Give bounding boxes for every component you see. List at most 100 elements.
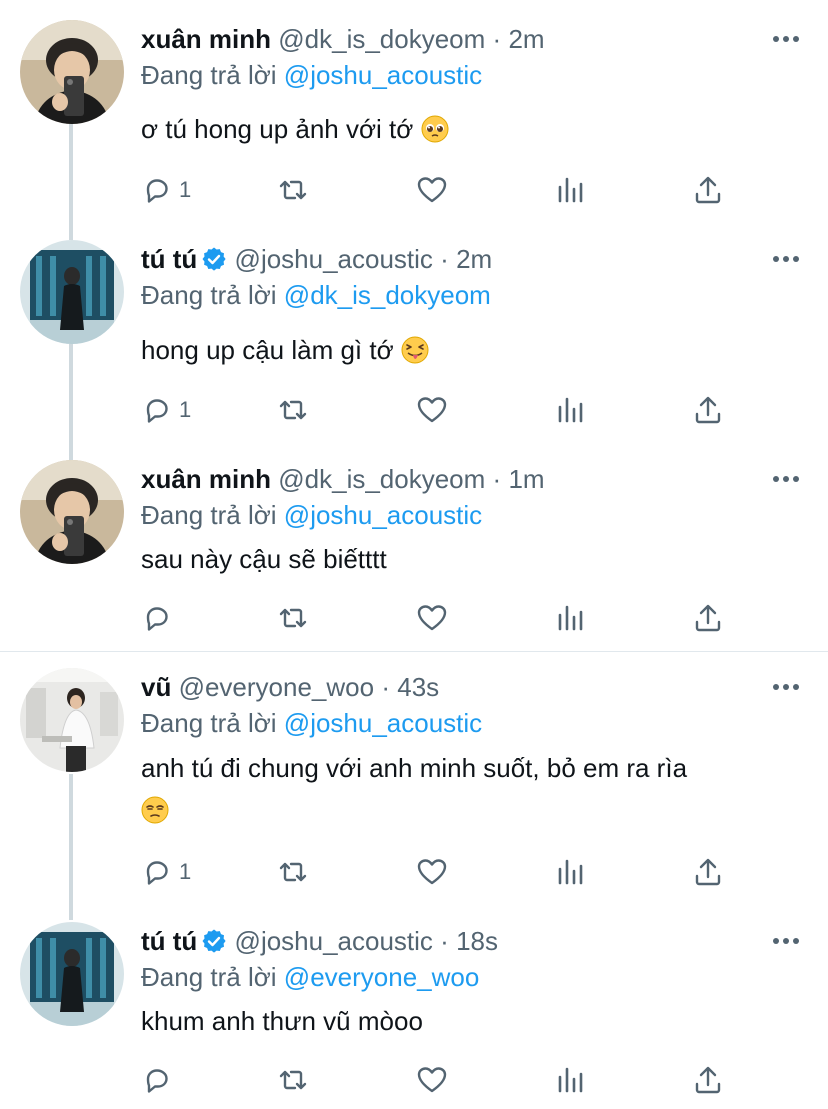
reply-button[interactable]: 1 xyxy=(141,170,191,210)
replying-prefix: Đang trả lời xyxy=(141,962,277,992)
heart-icon xyxy=(417,397,447,423)
user-handle[interactable]: @everyone_woo xyxy=(179,672,375,702)
mention-link[interactable]: @joshu_acoustic xyxy=(284,60,482,90)
display-name[interactable]: xuân minh xyxy=(141,24,271,54)
heart-icon xyxy=(417,177,447,203)
reply-icon xyxy=(146,607,168,631)
more-icon[interactable] xyxy=(772,254,800,264)
unamused-face-emoji-icon xyxy=(141,796,169,824)
share-icon xyxy=(695,1066,721,1094)
analytics-icon xyxy=(558,859,583,885)
share-icon xyxy=(695,396,721,424)
tweet-actions: 1 xyxy=(141,390,741,430)
tweet[interactable]: xuân minh @dk_is_dokyeom · 1m Đang trả l… xyxy=(0,460,828,650)
share-button[interactable] xyxy=(692,170,724,210)
tweet-actions xyxy=(141,1060,741,1100)
replying-to: Đang trả lời @dk_is_dokyeom xyxy=(141,278,491,312)
retweet-button[interactable] xyxy=(277,1060,309,1100)
tweet[interactable]: tú tú @joshu_acoustic · 2m Đang trả lời … xyxy=(0,240,828,440)
separator-dot: · xyxy=(492,464,502,494)
share-button[interactable] xyxy=(692,390,724,430)
retweet-icon xyxy=(279,180,307,200)
more-icon[interactable] xyxy=(772,682,800,692)
retweet-button[interactable] xyxy=(277,390,309,430)
heart-icon xyxy=(417,859,447,885)
display-name[interactable]: vũ xyxy=(141,672,171,702)
mention-link[interactable]: @dk_is_dokyeom xyxy=(284,280,491,310)
reply-button[interactable]: 1 xyxy=(141,852,191,892)
reply-count: 1 xyxy=(179,859,192,884)
tongue-out-face-emoji-icon xyxy=(401,336,429,364)
tweet-text-content: khum anh thưn vũ mòoo xyxy=(141,1006,423,1036)
avatar[interactable] xyxy=(20,240,124,344)
tweet-header: xuân minh @dk_is_dokyeom · 2m xyxy=(141,22,545,56)
separator-dot: · xyxy=(492,24,502,54)
user-handle[interactable]: @joshu_acoustic xyxy=(235,244,433,274)
reply-icon xyxy=(146,179,168,203)
tweet-text: sau này cậu sẽ biếtttt xyxy=(141,538,801,580)
tweet-time[interactable]: 18s xyxy=(456,926,498,956)
retweet-button[interactable] xyxy=(277,852,309,892)
reply-button[interactable]: 1 xyxy=(141,390,191,430)
tweet-time[interactable]: 1m xyxy=(508,464,544,494)
like-button[interactable] xyxy=(416,170,448,210)
reply-icon xyxy=(146,1069,168,1093)
share-button[interactable] xyxy=(692,1060,724,1100)
mention-link[interactable]: @joshu_acoustic xyxy=(284,500,482,530)
replying-prefix: Đang trả lời xyxy=(141,60,277,90)
retweet-button[interactable] xyxy=(277,598,309,638)
more-icon[interactable] xyxy=(772,936,800,946)
retweet-button[interactable] xyxy=(277,170,309,210)
reply-button[interactable] xyxy=(141,598,179,638)
reply-button[interactable] xyxy=(141,1060,179,1100)
replying-to: Đang trả lời @everyone_woo xyxy=(141,960,479,994)
tweet-text: ơ tú hong up ảnh với tớ xyxy=(141,108,801,150)
retweet-icon xyxy=(279,608,307,628)
analytics-button[interactable] xyxy=(555,852,587,892)
mention-link[interactable]: @joshu_acoustic xyxy=(284,708,482,738)
retweet-icon xyxy=(279,862,307,882)
more-icon[interactable] xyxy=(772,474,800,484)
display-name[interactable]: xuân minh xyxy=(141,464,271,494)
display-name[interactable]: tú tú xyxy=(141,244,197,274)
tweet[interactable]: vũ @everyone_woo · 43s Đang trả lời @jos… xyxy=(0,668,828,908)
analytics-button[interactable] xyxy=(555,170,587,210)
like-button[interactable] xyxy=(416,598,448,638)
tweet-time[interactable]: 2m xyxy=(456,244,492,274)
avatar[interactable] xyxy=(20,460,124,564)
replying-prefix: Đang trả lời xyxy=(141,708,277,738)
tweet[interactable]: tú tú @joshu_acoustic · 18s Đang trả lời… xyxy=(0,922,828,1109)
like-button[interactable] xyxy=(416,390,448,430)
tweet[interactable]: xuân minh @dk_is_dokyeom · 2m Đang trả l… xyxy=(0,20,828,220)
share-button[interactable] xyxy=(692,852,724,892)
tweet-actions xyxy=(141,598,741,638)
like-button[interactable] xyxy=(416,852,448,892)
tweet-time[interactable]: 43s xyxy=(397,672,439,702)
replying-prefix: Đang trả lời xyxy=(141,280,277,310)
separator-dot: · xyxy=(440,244,449,274)
analytics-icon xyxy=(558,605,583,631)
mention-link[interactable]: @everyone_woo xyxy=(284,962,480,992)
tweet-text: anh tú đi chung với anh minh suốt, bỏ em… xyxy=(141,747,801,831)
more-icon[interactable] xyxy=(772,34,800,44)
tweet-time[interactable]: 2m xyxy=(508,24,544,54)
tweet-header: xuân minh @dk_is_dokyeom · 1m xyxy=(141,462,545,496)
analytics-button[interactable] xyxy=(555,390,587,430)
display-name[interactable]: tú tú xyxy=(141,926,197,956)
user-handle[interactable]: @dk_is_dokyeom xyxy=(278,464,485,494)
replying-to: Đang trả lời @joshu_acoustic xyxy=(141,706,482,740)
analytics-button[interactable] xyxy=(555,1060,587,1100)
reply-count: 1 xyxy=(179,397,192,422)
analytics-button[interactable] xyxy=(555,598,587,638)
avatar[interactable] xyxy=(20,20,124,124)
share-button[interactable] xyxy=(692,598,724,638)
verified-badge-icon xyxy=(202,247,226,271)
heart-icon xyxy=(417,605,447,631)
avatar[interactable] xyxy=(20,668,124,772)
like-button[interactable] xyxy=(416,1060,448,1100)
user-handle[interactable]: @joshu_acoustic xyxy=(235,926,433,956)
tweet-text: khum anh thưn vũ mòoo xyxy=(141,1000,801,1042)
user-handle[interactable]: @dk_is_dokyeom xyxy=(278,24,485,54)
avatar[interactable] xyxy=(20,922,124,1026)
tweet-text-content: anh tú đi chung với anh minh suốt, bỏ em… xyxy=(141,753,688,783)
